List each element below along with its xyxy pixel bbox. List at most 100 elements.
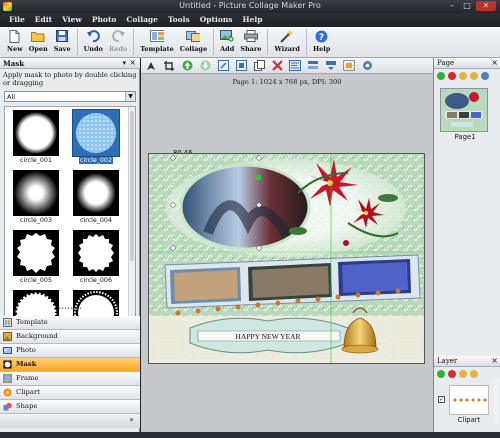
crop-tool-icon[interactable] [162, 60, 176, 72]
layer-preview [449, 385, 489, 415]
mask-item[interactable]: circle_002 [68, 110, 124, 166]
save-button[interactable]: Save [51, 27, 74, 53]
panel-close-icon[interactable]: × [129, 58, 136, 67]
move-down-icon[interactable] [198, 60, 212, 72]
panel-splitter[interactable]: •••••••• [0, 307, 140, 312]
category-background[interactable]: Background [0, 330, 140, 344]
close-button[interactable]: ✕ [476, 1, 496, 11]
mask-circle-glow-thumb [73, 170, 119, 216]
mask-item[interactable]: circle_004 [68, 170, 124, 226]
category-frame[interactable]: Frame [0, 372, 140, 386]
toolbar-separator [305, 29, 307, 55]
mask-circle-soft-thumb [13, 110, 59, 156]
new-document-icon [8, 29, 22, 43]
status-bar [0, 432, 500, 438]
delete-icon[interactable] [270, 60, 284, 72]
page-thumbnail[interactable] [440, 88, 488, 132]
banner-text: HAPPY NEW YEAR [235, 332, 300, 341]
svg-text:?: ? [319, 33, 324, 43]
mask-item-label: circle_001 [20, 157, 52, 164]
category-clipart[interactable]: Clipart [0, 386, 140, 400]
new-year-banner[interactable]: HAPPY NEW YEAR [189, 317, 349, 354]
menu-view[interactable]: View [57, 13, 87, 27]
window-title: Untitled - Picture Collage Maker Pro [179, 1, 321, 10]
mask-circle-scalloped-thumb [13, 230, 59, 276]
page-info: Page 1: 1024 x 768 px, DPI: 300 [232, 78, 342, 86]
page-up-icon[interactable] [459, 72, 467, 80]
category-shape[interactable]: Shape [0, 400, 140, 414]
distribute-icon[interactable] [306, 60, 320, 72]
select-tool-icon[interactable] [144, 60, 158, 72]
share-button[interactable]: Share [237, 27, 264, 53]
add-button[interactable]: Add [217, 27, 237, 53]
layer-scrollbar[interactable] [493, 378, 499, 423]
mask-item[interactable]: circle_005 [8, 230, 64, 286]
align-icon[interactable] [288, 60, 302, 72]
category-photo[interactable]: Photo [0, 344, 140, 358]
open-button[interactable]: Open [26, 27, 51, 53]
category-template[interactable]: Template [0, 316, 140, 330]
minimize-button[interactable]: – [445, 1, 459, 11]
page-panel-title: Page [437, 59, 455, 67]
bring-front-icon[interactable] [216, 60, 230, 72]
mask-item-label: circle_002 [79, 157, 113, 164]
menu-bar: File Edit View Photo Collage Tools Optio… [0, 13, 500, 27]
select-all-icon[interactable] [342, 60, 356, 72]
undo-arrow-icon [86, 29, 100, 43]
undo-button[interactable]: Undo [81, 27, 106, 53]
menu-edit[interactable]: Edit [30, 13, 57, 27]
panel-close-icon[interactable]: × [491, 356, 498, 365]
mask-panel-header: Mask ▾ × [0, 58, 140, 69]
collage-canvas[interactable]: HAPPY NEW YEAR [148, 153, 425, 364]
frame-icon [3, 374, 12, 383]
layer-item[interactable]: ✓ Clipart [438, 383, 498, 424]
mask-item[interactable]: circle_006 [68, 230, 124, 286]
maximize-button[interactable]: □ [460, 1, 474, 11]
menu-collage[interactable]: Collage [121, 13, 163, 27]
add-page-icon[interactable] [437, 72, 445, 80]
send-back-icon[interactable] [234, 60, 248, 72]
pin-icon[interactable]: ▾ [122, 59, 126, 67]
menu-file[interactable]: File [4, 13, 30, 27]
collage-button[interactable]: Collage [177, 27, 210, 53]
page-panel-toolbar [434, 70, 500, 82]
layer-add-icon[interactable] [437, 370, 445, 378]
mask-item-label: circle_003 [20, 217, 52, 224]
layer-delete-icon[interactable] [448, 370, 456, 378]
menu-help[interactable]: Help [238, 13, 268, 27]
printer-icon [243, 29, 258, 43]
redo-arrow-icon [111, 29, 125, 43]
scrollbar-thumb[interactable] [130, 111, 134, 261]
template-icon [150, 29, 165, 43]
layer-visibility-checkbox[interactable]: ✓ [438, 396, 445, 403]
magic-wand-icon [280, 29, 294, 43]
title-bar: Untitled - Picture Collage Maker Pro – □… [0, 0, 500, 13]
page-down-icon[interactable] [470, 72, 478, 80]
page-settings-icon[interactable] [481, 72, 489, 80]
menu-photo[interactable]: Photo [87, 13, 122, 27]
category-footer: » [0, 414, 140, 428]
menu-tools[interactable]: Tools [163, 13, 195, 27]
category-label: Background [16, 332, 58, 340]
wizard-button[interactable]: Wizard [271, 27, 303, 53]
settings-icon[interactable] [360, 60, 374, 72]
template-button[interactable]: Template [137, 27, 176, 53]
layer-up-icon[interactable] [459, 370, 467, 378]
new-button[interactable]: New [4, 27, 26, 53]
category-mask[interactable]: Mask [0, 358, 140, 372]
menu-options[interactable]: Options [195, 13, 238, 27]
panel-close-icon[interactable]: × [491, 58, 498, 67]
resize-icon[interactable] [324, 60, 338, 72]
redo-button[interactable]: Redo [106, 27, 130, 53]
layer-down-icon[interactable] [470, 370, 478, 378]
help-button[interactable]: ? Help [310, 27, 333, 53]
expand-more-icon[interactable]: » [129, 415, 134, 424]
mask-filter-select[interactable]: All ▼ [4, 91, 136, 102]
move-up-icon[interactable] [180, 60, 194, 72]
mask-item[interactable]: circle_001 [8, 110, 64, 166]
chevron-down-icon[interactable]: ▼ [125, 92, 135, 101]
delete-page-icon[interactable] [448, 72, 456, 80]
copy-icon[interactable] [252, 60, 266, 72]
toolbar-separator [76, 29, 78, 55]
mask-item[interactable]: circle_003 [8, 170, 64, 226]
